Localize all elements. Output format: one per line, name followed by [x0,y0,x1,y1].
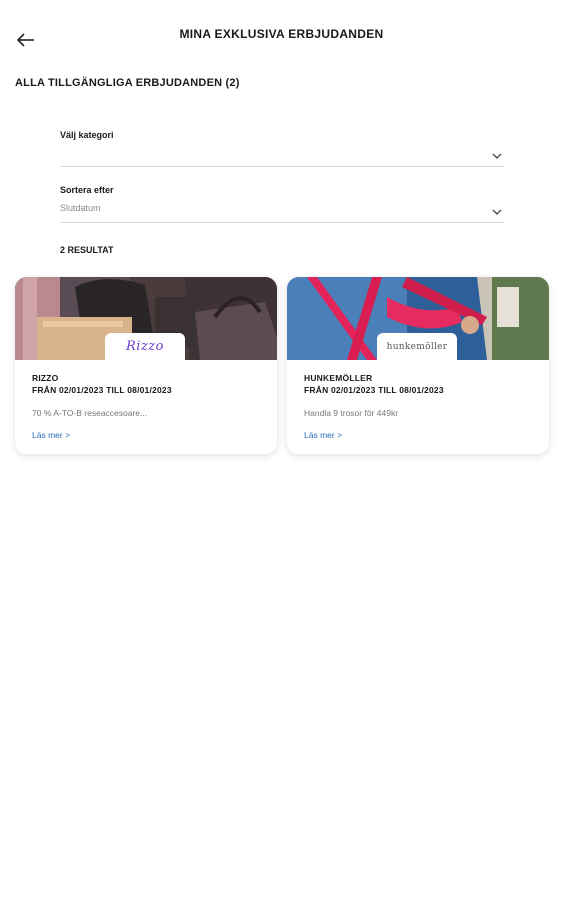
offer-brand: HUNKEMÖLLER [304,373,373,383]
page-title: MINA EXKLUSIVA ERBJUDANDEN [179,27,384,41]
category-select[interactable]: Välj kategori [60,130,504,167]
chevron-down-icon [492,209,502,215]
sort-label: Sortera efter [60,185,114,195]
offer-body: HUNKEMÖLLER FRÅN 02/01/2023 TILL 08/01/2… [304,372,537,443]
offer-description: 70 % A-TO-B reseaccesoare... [32,408,148,418]
read-more-link[interactable]: Läs mer > [304,430,342,440]
sort-value: Slutdatum [60,203,101,213]
brand-logo: Rizzo [105,333,185,360]
offer-image: Rizzo [15,277,277,360]
offer-card[interactable]: Rizzo RIZZO FRÅN 02/01/2023 TILL 08/01/2… [15,277,277,454]
offer-card[interactable]: hunkemöller HUNKEMÖLLER FRÅN 02/01/2023 … [287,277,549,454]
brand-logo-text: Rizzo [126,339,164,354]
offer-image: hunkemöller [287,277,549,360]
results-count: 2 RESULTAT [60,245,114,255]
offer-brand: RIZZO [32,373,59,383]
offer-description: Handla 9 trosor för 449kr [304,408,399,418]
read-more-link[interactable]: Läs mer > [32,430,70,440]
offer-body: RIZZO FRÅN 02/01/2023 TILL 08/01/2023 70… [32,372,265,443]
category-label: Välj kategori [60,130,114,140]
section-title: ALLA TILLGÄNGLIGA ERBJUDANDEN (2) [15,77,240,89]
brand-logo: hunkemöller [377,333,457,360]
sort-select[interactable]: Sortera efter Slutdatum [60,185,504,223]
offer-dates: FRÅN 02/01/2023 TILL 08/01/2023 [32,385,172,395]
category-value [60,148,504,160]
app-header: MINA EXKLUSIVA ERBJUDANDEN [0,0,563,70]
brand-logo-text: hunkemöller [386,341,448,352]
offer-dates: FRÅN 02/01/2023 TILL 08/01/2023 [304,385,444,395]
chevron-down-icon [492,153,502,159]
